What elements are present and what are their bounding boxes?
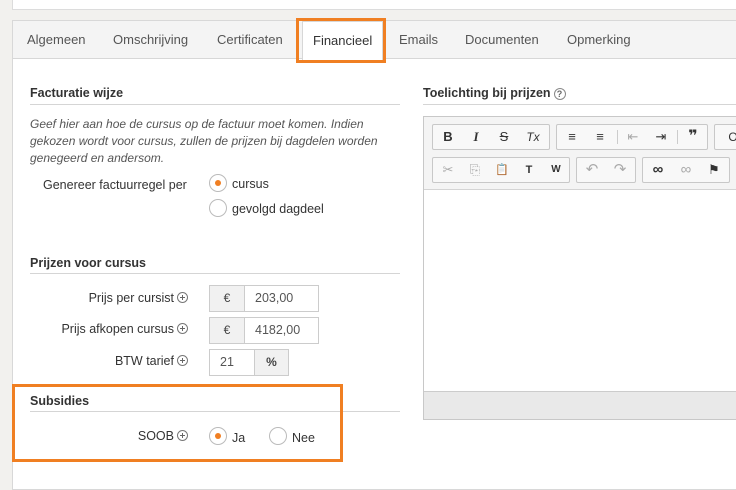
tab-certificaten[interactable]: Certificaten bbox=[217, 21, 283, 59]
tab-emails[interactable]: Emails bbox=[399, 21, 438, 59]
plus-circle-icon[interactable] bbox=[177, 323, 188, 334]
prijs-afkopen-label: Prijs afkopen cursus bbox=[40, 322, 188, 336]
btw-tarief-input[interactable]: 21 bbox=[209, 349, 255, 376]
link-icon[interactable]: ∞ bbox=[644, 158, 672, 182]
tab-financieel[interactable]: Financieel bbox=[302, 21, 384, 60]
paste-text-icon[interactable]: T bbox=[515, 158, 543, 182]
facturatie-divider bbox=[30, 104, 400, 105]
toolbar-group-basic: B I S Tx bbox=[432, 124, 550, 150]
unlink-icon[interactable]: ∞ bbox=[672, 158, 700, 182]
bold-icon[interactable]: B bbox=[434, 125, 462, 149]
indent-icon[interactable]: ⇥ bbox=[647, 125, 675, 149]
prijzen-divider bbox=[30, 273, 400, 274]
subsidies-title: Subsidies bbox=[30, 394, 90, 408]
radio-gevolgd-dagdeel[interactable] bbox=[209, 199, 227, 217]
outdent-icon[interactable]: ⇤ bbox=[619, 125, 647, 149]
toelichting-title: Toelichting bij prijzen? bbox=[423, 86, 566, 100]
remove-format-icon[interactable]: Tx bbox=[519, 125, 547, 149]
editor-toolbar: B I S Tx ≡ ≡ ⇤ ⇥ ❞ O ✂ ⎘ 📋 T W ↶ ↷ ∞ ∞ ⚑ bbox=[424, 117, 736, 190]
percent-addon: % bbox=[254, 349, 289, 376]
prijs-per-cursist-input[interactable]: 203,00 bbox=[244, 285, 319, 312]
strikethrough-icon[interactable]: S bbox=[490, 125, 518, 149]
rich-text-editor: B I S Tx ≡ ≡ ⇤ ⇥ ❞ O ✂ ⎘ 📋 T W ↶ ↷ ∞ ∞ ⚑ bbox=[423, 116, 736, 420]
bulleted-list-icon[interactable]: ≡ bbox=[586, 125, 614, 149]
editor-content[interactable] bbox=[424, 191, 736, 391]
anchor-flag-icon[interactable]: ⚑ bbox=[700, 158, 728, 182]
paste-icon[interactable]: 📋 bbox=[488, 158, 516, 182]
toelichting-divider bbox=[423, 104, 736, 105]
tab-opmerking[interactable]: Opmerking bbox=[567, 21, 631, 59]
btw-tarief-label: BTW tarief bbox=[40, 354, 188, 368]
tab-bar: Algemeen Omschrijving Certificaten Finan… bbox=[13, 21, 736, 60]
tab-documenten[interactable]: Documenten bbox=[465, 21, 539, 59]
paste-word-icon[interactable]: W bbox=[542, 158, 570, 182]
format-dropdown[interactable]: O bbox=[714, 124, 736, 150]
toolbar-separator bbox=[617, 130, 618, 144]
radio-soob-nee-label[interactable]: Nee bbox=[292, 431, 315, 445]
copy-icon[interactable]: ⎘ bbox=[461, 158, 489, 182]
redo-icon[interactable]: ↷ bbox=[606, 158, 634, 182]
currency-addon: € bbox=[209, 317, 245, 344]
editor-statusbar bbox=[424, 391, 736, 419]
soob-label: SOOB bbox=[40, 429, 188, 443]
tab-omschrijving[interactable]: Omschrijving bbox=[113, 21, 188, 59]
radio-gevolgd-dagdeel-label[interactable]: gevolgd dagdeel bbox=[232, 202, 324, 216]
toolbar-group-history: ↶ ↷ bbox=[576, 157, 636, 183]
italic-icon[interactable]: I bbox=[462, 125, 490, 149]
facturatie-title: Facturatie wijze bbox=[30, 86, 124, 100]
radio-soob-ja[interactable] bbox=[209, 427, 227, 445]
previous-card bbox=[12, 0, 736, 10]
plus-circle-icon[interactable] bbox=[177, 355, 188, 366]
toolbar-separator bbox=[677, 130, 678, 144]
radio-soob-ja-label[interactable]: Ja bbox=[232, 431, 245, 445]
prijs-per-cursist-label: Prijs per cursist bbox=[40, 291, 188, 305]
factuurregel-label: Genereer factuurregel per bbox=[43, 178, 187, 192]
subsidies-divider bbox=[30, 411, 400, 412]
format-dropdown-icon[interactable]: O bbox=[719, 125, 736, 149]
currency-addon: € bbox=[209, 285, 245, 312]
prijs-afkopen-input[interactable]: 4182,00 bbox=[244, 317, 319, 344]
radio-soob-nee[interactable] bbox=[269, 427, 287, 445]
plus-circle-icon[interactable] bbox=[177, 430, 188, 441]
question-circle-icon[interactable]: ? bbox=[553, 88, 566, 100]
numbered-list-icon[interactable]: ≡ bbox=[558, 125, 586, 149]
toolbar-group-clipboard: ✂ ⎘ 📋 T W bbox=[432, 157, 570, 183]
prijzen-title: Prijzen voor cursus bbox=[30, 256, 147, 270]
facturatie-help-text: Geef hier aan hoe de cursus op de factuu… bbox=[30, 117, 378, 165]
tab-algemeen[interactable]: Algemeen bbox=[27, 21, 86, 59]
radio-cursus-label[interactable]: cursus bbox=[232, 177, 269, 191]
blockquote-icon[interactable]: ❞ bbox=[679, 125, 707, 149]
toolbar-group-lists: ≡ ≡ ⇤ ⇥ ❞ bbox=[556, 124, 708, 150]
toolbar-group-links: ∞ ∞ ⚑ bbox=[642, 157, 730, 183]
cut-icon[interactable]: ✂ bbox=[434, 158, 462, 182]
plus-circle-icon[interactable] bbox=[177, 292, 188, 303]
radio-cursus[interactable] bbox=[209, 174, 227, 192]
undo-icon[interactable]: ↶ bbox=[578, 158, 606, 182]
